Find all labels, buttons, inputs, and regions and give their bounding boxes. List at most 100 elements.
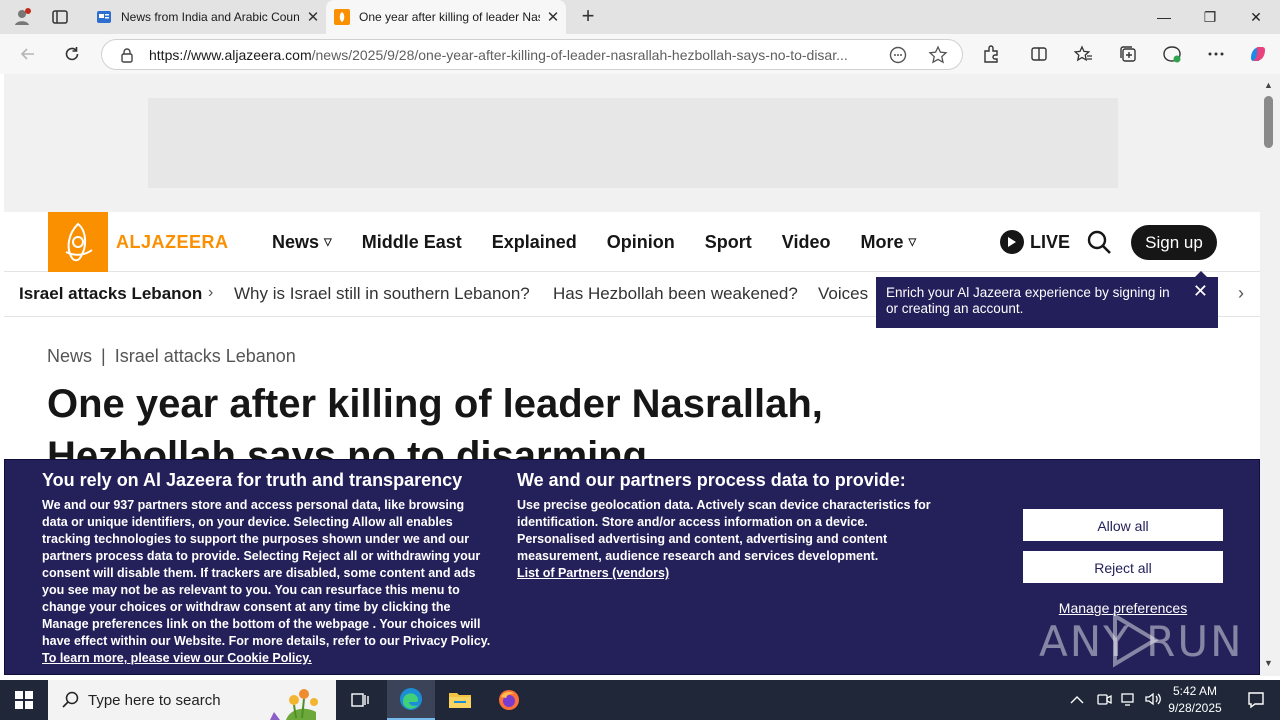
reject-all-button[interactable]: Reject all [1023, 551, 1223, 583]
ad-placeholder [148, 98, 1118, 188]
nav-label: Video [781, 231, 831, 252]
address-toolbar: https://www.aljazeera.com/news/2025/9/28… [0, 34, 1280, 74]
nav-sport[interactable]: Sport [705, 232, 752, 253]
restore-button[interactable]: ❐ [1187, 0, 1233, 34]
minimize-button[interactable]: — [1141, 0, 1187, 34]
collections-icon[interactable] [1117, 43, 1139, 65]
tooltip-caret [1194, 271, 1208, 278]
aljazeera-favicon-icon [334, 9, 350, 25]
search-icon[interactable] [1086, 229, 1112, 255]
copilot-icon[interactable] [1247, 43, 1269, 65]
chevron-down-icon: ▽ [908, 236, 917, 248]
read-aloud-icon[interactable] [888, 46, 908, 64]
main-navigation: News ▽ Middle East Explained Opinion Spor… [272, 212, 946, 272]
tab-title: One year after killing of leader Nasrall… [359, 10, 540, 24]
cookie-consent-banner: You rely on Al Jazeera for truth and tra… [4, 459, 1260, 675]
news-favicon-icon [96, 9, 112, 25]
windows-taskbar: Type here to search 5:42 AM 9/28/2025 [0, 680, 1280, 720]
cookie-policy-link[interactable]: To learn more, please view our Cookie Po… [42, 651, 312, 665]
nav-label: Opinion [606, 231, 675, 252]
consent-text: partners store and access personal data,… [42, 498, 491, 648]
topic-link[interactable]: Israel attacks Lebanon [19, 284, 202, 304]
live-button[interactable]: LIVE [1000, 230, 1070, 254]
nav-middle-east[interactable]: Middle East [362, 232, 462, 253]
anyrun-watermark: ANY RUN [1039, 608, 1242, 668]
site-header: ALJAZEERA News ▽ Middle East Explained Op… [4, 212, 1260, 272]
subnav-link[interactable]: Voices [818, 284, 868, 304]
subnav-link[interactable]: Why is Israel still in southern Lebanon? [234, 284, 530, 304]
back-button[interactable] [17, 43, 39, 65]
subnav-link[interactable]: Has Hezbollah been weakened? [553, 284, 798, 304]
chevron-right-icon: › [208, 284, 214, 301]
close-window-button[interactable]: ✕ [1233, 0, 1279, 34]
nav-label: News [272, 231, 320, 252]
search-placeholder: Type here to search [88, 691, 221, 709]
profile-icon[interactable] [12, 7, 32, 27]
system-tray [1070, 680, 1162, 720]
refresh-button[interactable] [61, 43, 83, 65]
aljazeera-logo-icon[interactable] [48, 212, 108, 272]
sign-up-button[interactable]: Sign up [1131, 225, 1217, 260]
url-host: https://www.aljazeera.com [149, 47, 312, 63]
nav-more[interactable]: More ▽ [860, 232, 916, 253]
partners-count: 937 [113, 498, 135, 512]
close-icon[interactable]: ✕ [1193, 282, 1208, 300]
breadcrumb: News | Israel attacks Lebanon [47, 346, 296, 367]
tab-close-icon[interactable]: ✕ [540, 8, 566, 26]
url-text[interactable]: https://www.aljazeera.com/news/2025/9/28… [149, 47, 864, 63]
breadcrumb-topic[interactable]: Israel attacks Lebanon [115, 346, 296, 366]
task-view-icon[interactable] [336, 680, 384, 720]
file-explorer-icon[interactable] [436, 680, 484, 720]
windows-start-icon[interactable] [0, 680, 48, 720]
address-bar[interactable]: https://www.aljazeera.com/news/2025/9/28… [101, 39, 963, 70]
consent-body: We and our 937 partners store and access… [42, 497, 492, 667]
signin-tooltip: Enrich your Al Jazeera experience by sig… [876, 271, 1218, 328]
meet-now-icon[interactable] [1096, 691, 1112, 710]
favorite-star-icon[interactable] [928, 45, 948, 65]
nav-label: Middle East [361, 231, 462, 252]
tab-title: News from India and Arabic Countries [121, 10, 300, 24]
notifications-icon[interactable] [1232, 680, 1280, 720]
nav-opinion[interactable]: Opinion [607, 232, 675, 253]
chevron-right-icon[interactable]: › [1238, 283, 1244, 304]
tab-nasrallah-article[interactable]: One year after killing of leader Nasrall… [326, 0, 566, 34]
tab-actions-icon[interactable] [50, 7, 70, 27]
firefox-icon[interactable] [485, 680, 533, 720]
new-tab-button[interactable]: + [576, 4, 600, 30]
play-icon [1000, 230, 1024, 254]
nav-news[interactable]: News ▽ [272, 232, 332, 253]
nav-explained[interactable]: Explained [492, 232, 577, 253]
scroll-down-icon[interactable]: ▼ [1264, 658, 1273, 668]
favorites-icon[interactable] [1072, 43, 1094, 65]
browser-essentials-icon[interactable] [1161, 43, 1183, 65]
tab-close-icon[interactable]: ✕ [300, 8, 326, 26]
allow-all-button[interactable]: Allow all [1023, 509, 1223, 541]
site-logo-text[interactable]: ALJAZEERA [116, 232, 229, 253]
extensions-icon[interactable] [980, 43, 1002, 65]
clock-date: 9/28/2025 [1168, 701, 1222, 715]
taskbar-search-box[interactable]: Type here to search [48, 680, 336, 720]
network-icon[interactable] [1120, 691, 1136, 710]
partners-list-link[interactable]: List of Partners (vendors) [517, 566, 669, 580]
breadcrumb-separator: | [101, 346, 106, 366]
lock-icon[interactable] [119, 47, 135, 63]
purposes-title: We and our partners process data to prov… [517, 470, 906, 490]
tulips-icon [270, 689, 318, 720]
split-screen-icon[interactable] [1028, 43, 1050, 65]
breadcrumb-news[interactable]: News [47, 346, 92, 366]
nav-video[interactable]: Video [782, 232, 831, 253]
settings-more-icon[interactable] [1205, 43, 1227, 65]
tooltip-text: Enrich your Al Jazeera experience by sig… [886, 285, 1170, 316]
nav-label: More [860, 231, 904, 252]
page-scrollbar[interactable]: ▲ ▼ [1260, 74, 1280, 676]
clock-time: 5:42 AM [1172, 684, 1218, 698]
url-path: /news/2025/9/28/one-year-after-killing-o… [311, 47, 848, 63]
search-icon [62, 691, 80, 709]
chevron-up-icon[interactable] [1070, 693, 1084, 708]
edge-browser-icon[interactable] [387, 680, 435, 720]
nav-label: Sport [704, 231, 752, 252]
scroll-up-icon[interactable]: ▲ [1264, 80, 1273, 90]
scrollbar-thumb[interactable] [1264, 96, 1273, 148]
taskbar-clock[interactable]: 5:42 AM 9/28/2025 [1160, 683, 1230, 717]
tab-india-arabic-news[interactable]: News from India and Arabic Countries ✕ [88, 0, 326, 34]
